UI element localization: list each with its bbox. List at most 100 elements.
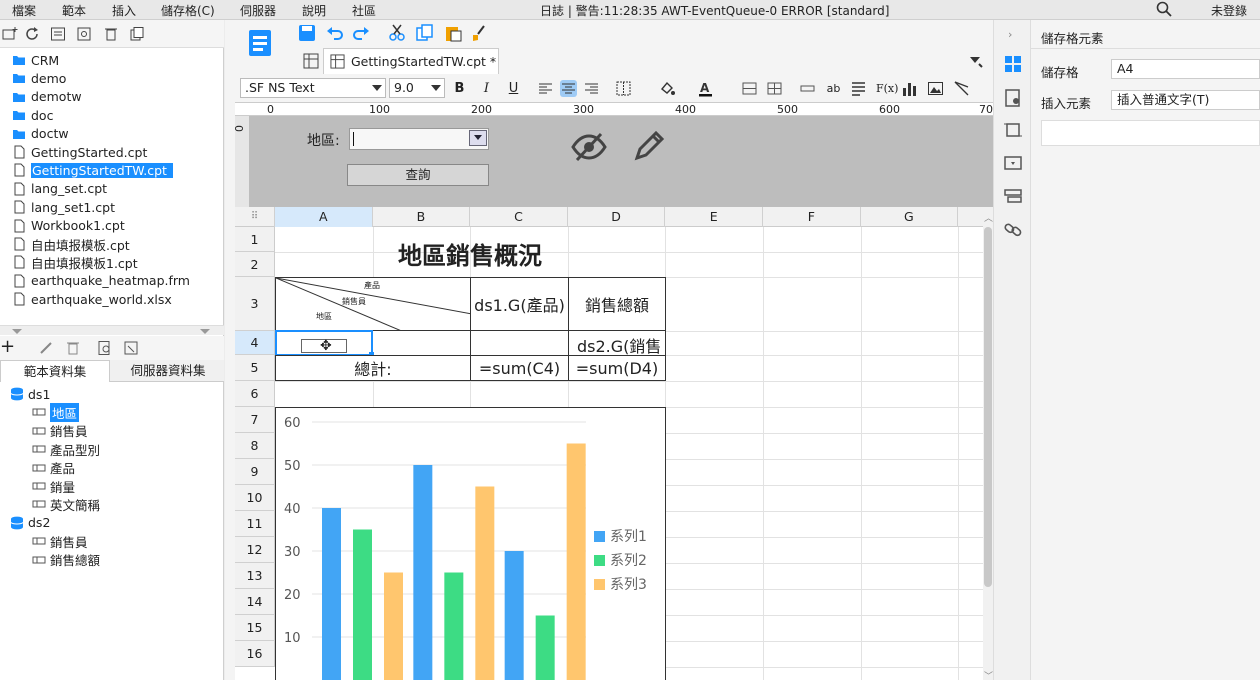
dataset-ds1[interactable]: ds1 — [10, 385, 50, 403]
row-header[interactable]: 9 — [235, 459, 275, 485]
log-status[interactable]: 日誌 | 警告:11:28:35 AWT-EventQueue-0 ERROR … — [540, 2, 889, 19]
query-button[interactable]: 查詢 — [347, 164, 489, 186]
column-header[interactable]: G — [861, 207, 959, 227]
selected-cell-a4[interactable]: ✥ — [275, 330, 374, 357]
bold-button[interactable]: B — [451, 80, 468, 97]
insert-element-select[interactable]: 插入普通文字(T) — [1111, 90, 1260, 110]
report-title[interactable]: 地區銷售概況 — [275, 229, 665, 277]
menu-help[interactable]: 說明 — [302, 2, 326, 19]
fill-color-icon[interactable] — [659, 80, 676, 97]
row-header[interactable]: 12 — [235, 537, 275, 563]
vertical-scrollbar[interactable]: ︿ ﹀ — [983, 207, 993, 680]
column-header[interactable]: E — [665, 207, 763, 227]
menu-community[interactable]: 社區 — [352, 2, 376, 19]
menu-cell[interactable]: 儲存格(C) — [161, 2, 215, 19]
file-item[interactable]: lang_set1.cpt — [12, 198, 115, 216]
add-dataset-icon[interactable]: + — [0, 338, 16, 356]
row-header[interactable]: 10 — [235, 485, 275, 511]
collapse-right-icon[interactable]: › — [1008, 28, 1012, 41]
trash-icon[interactable] — [65, 340, 81, 356]
dataset-field[interactable]: 銷量 — [32, 477, 75, 495]
folder-item[interactable]: demotw — [12, 88, 82, 106]
column-header[interactable]: C — [470, 207, 568, 227]
cell-address-field[interactable]: A4 — [1111, 59, 1260, 79]
search-icon[interactable] — [1156, 1, 1172, 17]
dataset-field[interactable]: 銷售員 — [32, 532, 88, 550]
cell-d4[interactable]: ds2.G(銷售 — [568, 330, 666, 356]
row-header[interactable]: 16 — [235, 641, 275, 667]
chevron-down-icon[interactable] — [431, 85, 441, 91]
folder-item[interactable]: doctw — [12, 125, 69, 143]
condition-icon[interactable] — [1003, 186, 1023, 206]
row-header[interactable]: 8 — [235, 433, 275, 459]
bar-chart[interactable]: 10 20 30 40 50 60 系列1 系列2 系列3 — [275, 407, 666, 680]
hide-eye-icon[interactable] — [571, 130, 607, 164]
tab-menu-icon[interactable] — [969, 54, 983, 68]
column-header[interactable]: A — [275, 207, 373, 227]
menu-template[interactable]: 範本 — [62, 2, 86, 19]
file-item[interactable]: earthquake_world.xlsx — [12, 290, 172, 308]
row-header[interactable]: 1 — [235, 227, 275, 252]
template-icon[interactable] — [247, 28, 273, 58]
region-dropdown-button[interactable] — [469, 130, 487, 146]
delete-icon[interactable] — [103, 26, 119, 42]
cell-attribute-icon[interactable] — [1003, 88, 1023, 108]
row-header[interactable]: 7 — [235, 407, 275, 433]
wrap-icon[interactable] — [799, 80, 816, 97]
insert-image-icon[interactable] — [927, 80, 944, 97]
menu-server[interactable]: 伺服器 — [240, 2, 276, 19]
row-header[interactable]: 13 — [235, 563, 275, 589]
scroll-down-icon[interactable]: ﹀ — [984, 669, 993, 680]
dataset-field[interactable]: 產品 — [32, 459, 75, 477]
column-header[interactable]: D — [568, 207, 666, 227]
cell-c5[interactable]: =sum(C4) — [470, 355, 569, 381]
chevron-down-icon[interactable] — [372, 85, 382, 91]
split-cell-icon[interactable] — [766, 80, 783, 97]
tab-gettingstartedtw[interactable]: GettingStartedTW.cpt * — [323, 48, 499, 74]
font-color-icon[interactable]: A — [697, 80, 714, 97]
font-size-select[interactable]: 9.0 — [389, 78, 445, 98]
dataset-field[interactable]: 銷售總額 — [32, 551, 100, 569]
align-left-icon[interactable] — [537, 80, 554, 97]
folder-item[interactable]: CRM — [12, 51, 59, 69]
cell-a3-slash[interactable]: 產品 銷售員 地區 — [275, 277, 471, 331]
dataset-field[interactable]: 銷售員 — [32, 422, 88, 440]
border-icon[interactable] — [615, 80, 632, 97]
folder-item[interactable]: demo — [12, 69, 66, 87]
element-content-area[interactable] — [1041, 120, 1260, 146]
menu-file[interactable]: 檔案 — [12, 2, 36, 19]
region-param-input[interactable] — [349, 128, 489, 150]
grid-icon[interactable] — [303, 53, 319, 69]
merge-cell-icon[interactable] — [741, 80, 758, 97]
dataset-ds2[interactable]: ds2 — [10, 514, 50, 532]
file-item[interactable]: GettingStarted.cpt — [12, 143, 147, 161]
row-header[interactable]: 4 — [235, 331, 275, 355]
dataset-field[interactable]: 地區 — [32, 402, 80, 422]
save-icon[interactable] — [298, 24, 316, 42]
dataset-field[interactable]: 英文簡稱 — [32, 495, 100, 513]
align-right-icon[interactable] — [583, 80, 600, 97]
edit-icon[interactable] — [38, 340, 54, 356]
file-item[interactable]: Workbook1.cpt — [12, 217, 125, 235]
login-status[interactable]: 未登錄 — [1211, 2, 1247, 19]
slash-cell-icon[interactable] — [953, 80, 970, 97]
hyperlink-icon[interactable] — [1003, 219, 1023, 239]
font-family-select[interactable]: .SF NS Text — [240, 78, 386, 98]
text-format-icon[interactable]: ab — [825, 80, 842, 97]
cell-c3[interactable]: ds1.G(產品) — [470, 277, 569, 331]
filter-icon[interactable] — [123, 340, 139, 356]
underline-button[interactable]: U — [505, 80, 522, 97]
settings-icon[interactable] — [76, 26, 92, 42]
cell-c4[interactable] — [470, 330, 569, 356]
cut-icon[interactable] — [388, 24, 406, 42]
insert-chart-icon[interactable] — [901, 80, 918, 97]
file-item[interactable]: lang_set.cpt — [12, 180, 107, 198]
formula-icon[interactable]: F(x) — [876, 80, 898, 97]
file-item[interactable]: 自由填报模板.cpt — [12, 235, 130, 253]
scroll-thumb[interactable] — [984, 227, 992, 587]
folder-item[interactable]: doc — [12, 106, 53, 124]
row-header[interactable]: 15 — [235, 615, 275, 641]
column-header[interactable]: B — [373, 207, 471, 227]
cell-d3[interactable]: 銷售總額 — [568, 277, 666, 331]
tab-template-dataset[interactable]: 範本資料集 — [0, 360, 110, 382]
